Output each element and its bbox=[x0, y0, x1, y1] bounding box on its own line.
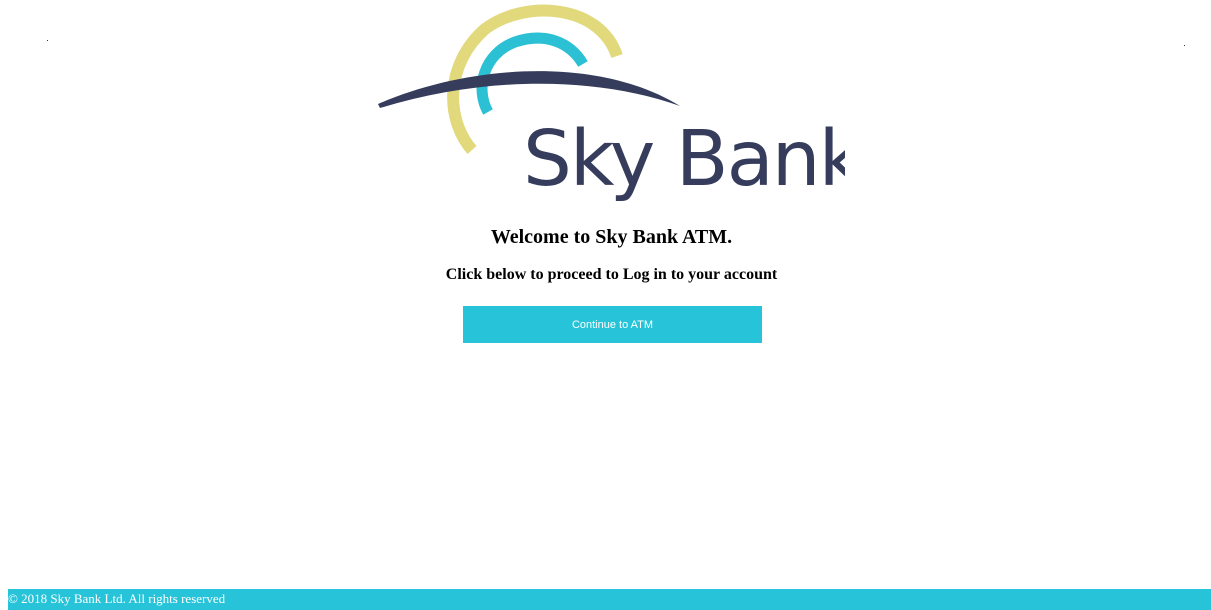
sky-bank-logo: Sky Bank bbox=[375, 4, 845, 204]
login-instruction: Click below to proceed to Log in to your… bbox=[445, 266, 778, 283]
logo-wordmark: Sky Bank bbox=[523, 115, 845, 204]
decorative-dot bbox=[1184, 45, 1185, 46]
welcome-heading: Welcome to Sky Bank ATM. bbox=[490, 226, 733, 248]
continue-to-atm-button[interactable]: Continue to ATM bbox=[463, 306, 762, 343]
decorative-dot bbox=[47, 40, 48, 41]
footer-copyright: © 2018 Sky Bank Ltd. All rights reserved bbox=[8, 589, 1211, 610]
